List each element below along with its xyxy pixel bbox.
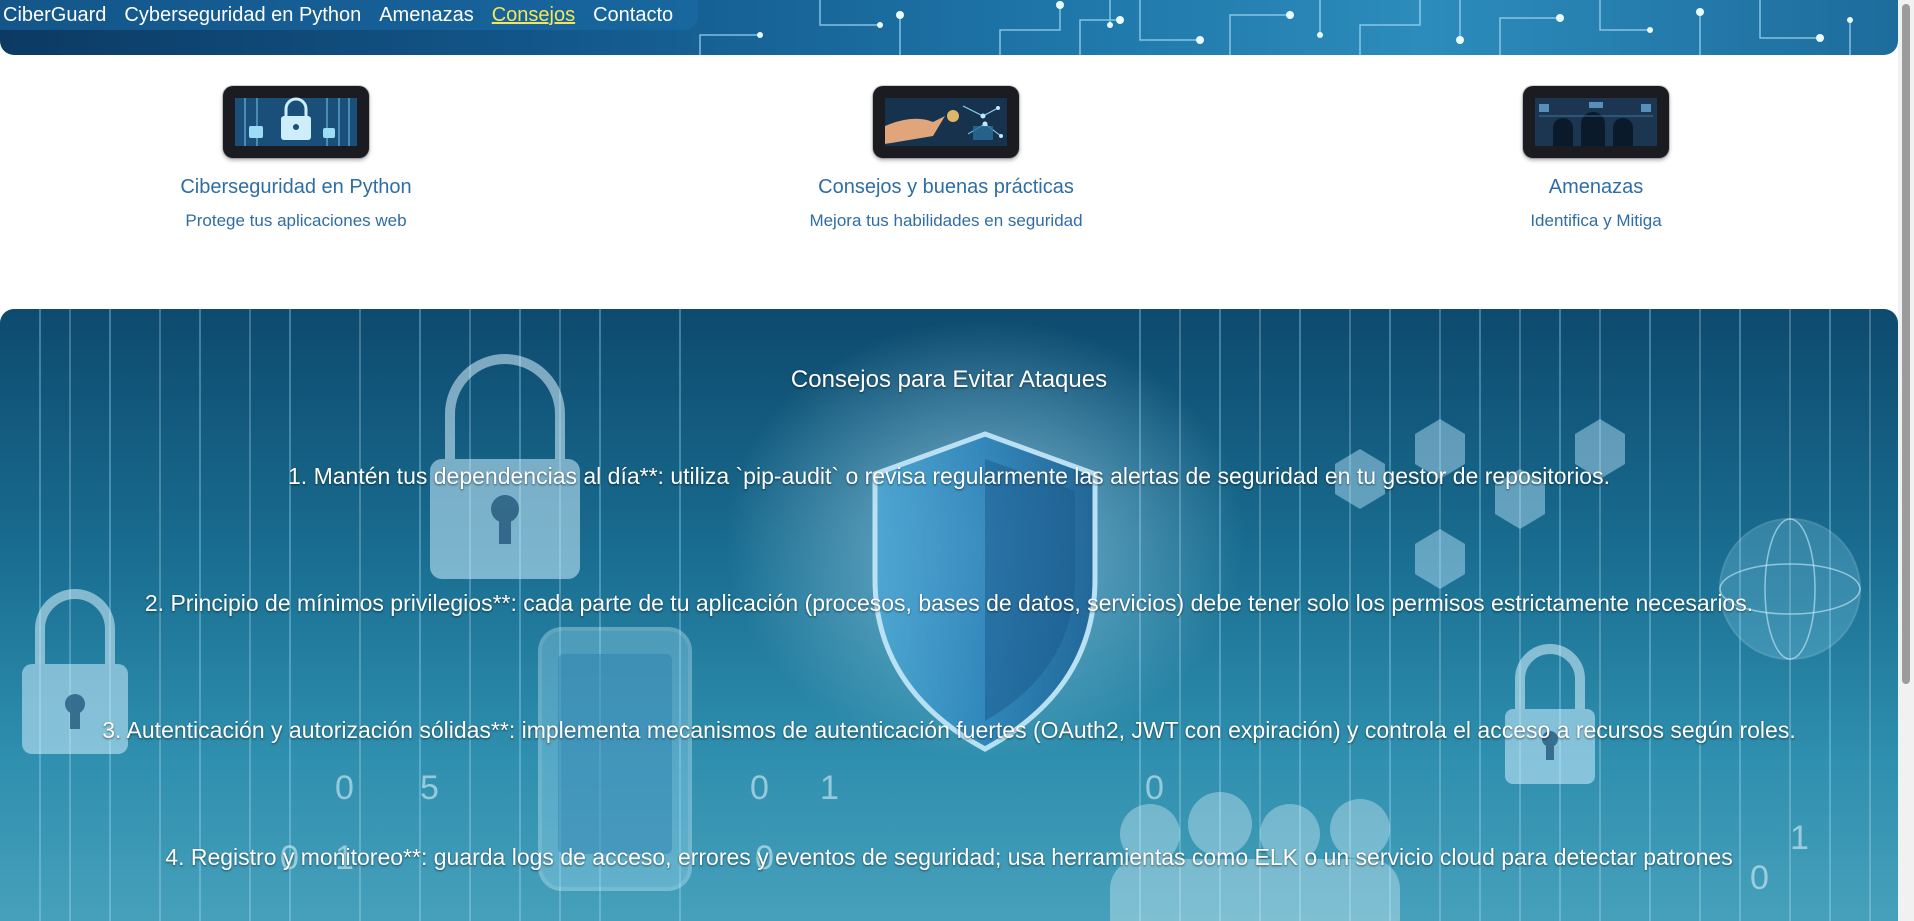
nav-link-consejos[interactable]: Consejos [492,2,575,28]
main-nav: CiberGuard Cyberseguridad en Python Amen… [0,0,699,30]
tip-item: 4. Registro y monitoreo**: guarda logs d… [165,844,1733,870]
tips-section: 05 01 01 00 10 Consejos para Evitar Ataq… [0,309,1898,921]
scrollbar-thumb[interactable] [1902,4,1910,684]
card-title[interactable]: Amenazas [1396,176,1796,199]
card-consejos-buenas-practicas[interactable]: Consejos y buenas prácticas Mejora tus h… [746,55,1146,231]
padlock-image-icon [223,86,369,158]
card-title[interactable]: Consejos y buenas prácticas [746,176,1146,199]
card-subtitle: Mejora tus habilidades en seguridad [809,211,1083,230]
page-scrollbar[interactable] [1898,0,1914,921]
tips-heading: Consejos para Evitar Ataques [790,366,1108,393]
site-header: CiberGuard Cyberseguridad en Python Amen… [0,0,1898,55]
card-title[interactable]: Ciberseguridad en Python [96,176,496,199]
hand-network-image-icon [873,86,1019,158]
nav-link-ciberguard[interactable]: CiberGuard [3,2,106,28]
nav-link-cyberseguridad-python[interactable]: Cyberseguridad en Python [124,2,361,28]
tip-item: 1. Mantén tus dependencias al día**: uti… [288,463,1610,489]
nav-link-contacto[interactable]: Contacto [593,2,673,28]
card-amenazas[interactable]: Amenazas Identifica y Mitiga [1396,55,1796,231]
nav-link-amenazas[interactable]: Amenazas [379,2,474,28]
tip-item: 3. Autenticación y autorización sólidas*… [102,717,1796,743]
hooded-hackers-image-icon [1523,86,1669,158]
card-ciberseguridad-python[interactable]: Ciberseguridad en Python Protege tus apl… [96,55,496,231]
tips-content: Consejos para Evitar Ataques 1. Mantén t… [0,309,1898,876]
page: CiberGuard Cyberseguridad en Python Amen… [0,0,1914,921]
card-subtitle: Identifica y Mitiga [1530,211,1662,230]
tip-item: 2. Principio de mínimos privilegios**: c… [144,590,1754,616]
feature-cards: Ciberseguridad en Python Protege tus apl… [0,55,1898,305]
card-subtitle: Protege tus aplicaciones web [185,211,407,230]
